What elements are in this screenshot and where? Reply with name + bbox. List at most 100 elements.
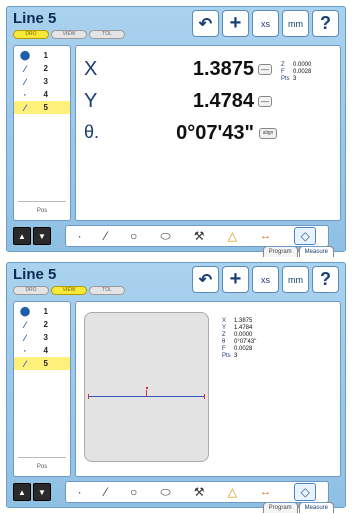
wrench-tool-icon[interactable]: ⚒ (194, 229, 205, 243)
x-value: 1.3875 (192, 58, 254, 80)
undo-button[interactable]: ↶ (192, 10, 219, 37)
triangle-tool-icon[interactable]: △ (228, 229, 237, 243)
add-button[interactable]: + (222, 266, 249, 293)
dro-readout: X 1.3875 — Y 1.4784 — θ. 0°07'43" align … (75, 45, 341, 257)
view-panel: Line 5 DRO VIEW TOL ↶ + xs mm ? ⬤ 1 ⁄ 2 … (6, 262, 346, 513)
probe-tool-icon[interactable]: ◇ (294, 483, 317, 501)
bottom-bar: ▲ ▼ · ⁄ ○ ⬭ ⚒ △ ↔ ◇ (13, 480, 341, 504)
probe-icon: ⬤ (19, 306, 31, 316)
measure-tools: · ⁄ ○ ⬭ ⚒ △ ↔ ◇ (65, 225, 329, 247)
y-axis-row: Y 1.4784 — (84, 90, 274, 114)
pts-value: 3 (293, 76, 297, 82)
tab-view[interactable]: VIEW (51, 286, 87, 295)
pos-label: Pos (36, 208, 48, 214)
feature-title: Line 5 (13, 10, 57, 27)
view-display: X 1.3875 Y 1.4784 Z 0.0000 θ 0°07'43" F 0.002… (75, 301, 341, 513)
line-tool-icon[interactable]: ⁄ (105, 485, 107, 499)
tab-dro[interactable]: DRO (13, 286, 49, 295)
point-tool-icon[interactable]: · (78, 229, 82, 243)
line-icon: ⁄ (24, 358, 26, 369)
wrench-tool-icon[interactable]: ⚒ (194, 485, 205, 499)
down-arrow-icon: ▼ (38, 487, 46, 497)
dro-panel: Line 5 DRO VIEW TOL ↶ + xs mm ? ⬤ 1 ⁄ 2 … (6, 6, 346, 257)
down-button[interactable]: ▼ (33, 227, 51, 245)
down-button[interactable]: ▼ (33, 483, 51, 501)
add-button[interactable]: + (222, 10, 249, 37)
measure-tools: · ⁄ ○ ⬭ ⚒ △ ↔ ◇ (65, 481, 329, 503)
feature-row-3[interactable]: ⁄ 3 (14, 331, 70, 344)
point-tool-icon[interactable]: · (78, 485, 82, 499)
line-icon: ⁄ (24, 102, 26, 113)
feature-row-5[interactable]: ⁄ 5 (14, 101, 70, 114)
help-button[interactable]: ? (312, 266, 339, 293)
feature-row-3[interactable]: ⁄ 3 (14, 75, 70, 88)
x-zero-button[interactable]: — (258, 64, 272, 75)
slot-tool-icon[interactable]: ⬭ (160, 229, 170, 244)
x-label: X (84, 58, 98, 80)
distance-tool-icon[interactable]: ↔ (260, 230, 271, 242)
tab-dro[interactable]: DRO (13, 30, 49, 39)
feature-row-1[interactable]: ⬤ 1 (14, 305, 70, 318)
feature-row-1[interactable]: ⬤ 1 (14, 49, 70, 62)
undo-button[interactable]: ↶ (192, 266, 219, 293)
down-arrow-icon: ▼ (38, 231, 46, 241)
crosshair-icon: + (229, 268, 242, 290)
bottom-bar: ▲ ▼ · ⁄ ○ ⬭ ⚒ △ ↔ ◇ (13, 224, 341, 248)
theta-axis-row: θ. 0°07'43" align (84, 122, 277, 146)
view-stats: X 1.3875 Y 1.4784 Z 0.0000 θ 0°07'43" F 0.002… (222, 318, 257, 359)
circle-tool-icon[interactable]: ○ (130, 229, 137, 243)
feature-title: Line 5 (13, 266, 57, 283)
undo-icon: ↶ (198, 15, 213, 33)
tab-tol[interactable]: TOL (89, 286, 125, 295)
tab-view[interactable]: VIEW (51, 30, 87, 39)
circle-tool-icon[interactable]: ○ (130, 485, 137, 499)
secondary-stats: Z 0.0000 F 0.0028 Pts 3 (281, 62, 312, 82)
feature-list-panel: ⬤ 1 ⁄ 2 ⁄ 3 · 4 ⁄ 5 Pos (13, 301, 71, 477)
theta-label: θ. (84, 122, 100, 142)
up-button[interactable]: ▲ (13, 227, 31, 245)
up-arrow-icon: ▲ (18, 487, 26, 497)
distance-tool-icon[interactable]: ↔ (260, 486, 271, 498)
mm-button[interactable]: mm (282, 266, 309, 293)
y-value: 1.4784 (192, 90, 254, 112)
feature-row-4[interactable]: · 4 (14, 344, 70, 357)
mm-button[interactable]: mm (282, 10, 309, 37)
line-point-marker (146, 387, 148, 389)
probe-tool-icon[interactable]: ◇ (294, 227, 317, 245)
x-axis-row: X 1.3875 — (84, 58, 274, 82)
line-icon: ⁄ (24, 332, 26, 343)
feature-list-panel: ⬤ 1 ⁄ 2 ⁄ 3 · 4 ⁄ 5 Pos (13, 45, 71, 221)
line-icon: ⁄ (24, 319, 26, 330)
y-zero-button[interactable]: — (258, 96, 272, 107)
feature-row-5[interactable]: ⁄ 5 (14, 357, 70, 370)
slot-tool-icon[interactable]: ⬭ (160, 485, 170, 500)
up-arrow-icon: ▲ (18, 231, 26, 241)
mode-tabs: DRO VIEW TOL (13, 286, 125, 295)
line-icon: ⁄ (24, 63, 26, 74)
line-tool-icon[interactable]: ⁄ (105, 229, 107, 243)
theta-value: 0°07'43" (176, 122, 254, 144)
align-button[interactable]: align (259, 128, 277, 139)
y-label: Y (84, 90, 98, 112)
divider (18, 457, 66, 458)
tab-tol[interactable]: TOL (89, 30, 125, 39)
xs-button[interactable]: xs (252, 266, 279, 293)
line-endpoint-marker (204, 394, 205, 399)
feature-row-4[interactable]: · 4 (14, 88, 70, 101)
f-value: 0.0028 (293, 69, 312, 75)
triangle-tool-icon[interactable]: △ (228, 485, 237, 499)
feature-row-2[interactable]: ⁄ 2 (14, 318, 70, 331)
undo-icon: ↶ (198, 271, 213, 289)
feature-view-canvas[interactable] (84, 312, 209, 462)
help-button[interactable]: ? (312, 10, 339, 37)
xs-button[interactable]: xs (252, 10, 279, 37)
line-midpoint-marker (146, 390, 147, 397)
mode-tabs: DRO VIEW TOL (13, 30, 125, 39)
line-endpoint-marker (88, 394, 89, 399)
crosshair-icon: + (229, 12, 242, 34)
z-value: 0.0000 (293, 62, 312, 68)
divider (18, 201, 66, 202)
up-button[interactable]: ▲ (13, 483, 31, 501)
feature-row-2[interactable]: ⁄ 2 (14, 62, 70, 75)
pos-label: Pos (36, 464, 48, 470)
